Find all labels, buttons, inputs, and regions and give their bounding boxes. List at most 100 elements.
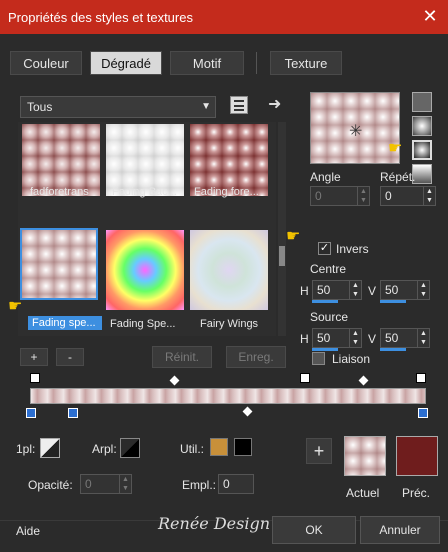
- source-label: Source: [310, 310, 349, 324]
- opacity-input[interactable]: 0 ▲ ▼: [80, 474, 132, 494]
- center-h-label: H: [300, 284, 309, 298]
- scrollbar-thumb[interactable]: [279, 246, 285, 266]
- angle-label: Angle: [310, 170, 341, 184]
- repeat-value: 0: [385, 189, 392, 203]
- invert-label: Invers: [336, 242, 369, 256]
- reset-button[interactable]: Réinit.: [152, 346, 212, 368]
- tab-couleur[interactable]: Couleur: [10, 51, 82, 75]
- spin-arrows-icon[interactable]: ▲ ▼: [349, 281, 361, 299]
- style-radial-icon[interactable]: [412, 140, 432, 160]
- title-bar: Propriétés des styles et textures ✕: [0, 0, 448, 34]
- spin-arrows-icon[interactable]: ▲ ▼: [417, 281, 429, 299]
- center-h-bar: [312, 300, 338, 303]
- gradient-label: fadforetrans: [30, 186, 89, 198]
- tab-texture[interactable]: Texture: [270, 51, 342, 75]
- hand-pointer-icon: ☛: [286, 228, 301, 245]
- empl-label: Empl.:: [182, 478, 217, 492]
- gradient-scrollbar[interactable]: [278, 122, 286, 336]
- category-value: Tous: [27, 100, 53, 114]
- invert-checkbox[interactable]: ✓: [318, 242, 331, 255]
- add-gradient-button[interactable]: +: [20, 348, 48, 366]
- cancel-button[interactable]: Annuler: [360, 516, 440, 544]
- gradient-label: Fading fore...: [194, 186, 259, 198]
- hand-pointer-icon: ☛: [8, 298, 23, 315]
- tab-separator: [256, 52, 257, 74]
- bottom-stop-marker[interactable]: [68, 408, 78, 418]
- category-dropdown[interactable]: Tous ▼: [20, 96, 216, 118]
- arrow-right-icon[interactable]: ➜: [268, 94, 281, 114]
- util-color2-swatch[interactable]: [234, 438, 252, 456]
- gradient-label: Fading Spe...: [110, 318, 176, 330]
- center-crosshair-icon: ✳: [349, 123, 363, 140]
- gradient-label: Fading Bac...: [112, 186, 177, 198]
- link-checkbox[interactable]: [312, 352, 325, 365]
- foreground-stop-icon[interactable]: [40, 438, 60, 458]
- add-to-swatches-button[interactable]: +: [306, 438, 332, 464]
- spin-arrows-icon[interactable]: ▲ ▼: [417, 329, 429, 347]
- bottom-stop-marker[interactable]: [418, 408, 428, 418]
- pl-label: 1pl:: [16, 442, 36, 456]
- source-h-value: 50: [317, 331, 331, 345]
- arpl-label: Arpl:: [92, 442, 117, 456]
- current-swatch[interactable]: [344, 436, 386, 476]
- chevron-down-icon: ▼: [201, 101, 211, 112]
- opacity-label: Opacité:: [28, 478, 73, 492]
- spin-arrows-icon[interactable]: ▲ ▼: [349, 329, 361, 347]
- center-h-value: 50: [317, 283, 331, 297]
- angle-input[interactable]: 0 ▲ ▼: [310, 186, 370, 206]
- source-h-label: H: [300, 332, 309, 346]
- window-title: Propriétés des styles et textures: [8, 10, 193, 25]
- current-label: Actuel: [346, 486, 380, 500]
- palette-icon[interactable]: [230, 96, 248, 114]
- top-stop-marker[interactable]: [30, 373, 40, 383]
- link-label: Liaison: [332, 352, 371, 366]
- top-stop-marker[interactable]: [416, 373, 426, 383]
- util-color-swatch[interactable]: [210, 438, 228, 456]
- close-icon[interactable]: ✕: [420, 6, 440, 26]
- empl-value: 0: [223, 477, 230, 491]
- source-h-input[interactable]: 50 ▲ ▼: [312, 328, 362, 348]
- source-h-bar: [312, 348, 338, 351]
- empl-input[interactable]: 0: [218, 474, 254, 494]
- spin-arrows-icon[interactable]: ▲ ▼: [357, 187, 369, 205]
- source-v-input[interactable]: 50 ▲ ▼: [380, 328, 430, 348]
- help-button[interactable]: Aide: [16, 524, 40, 538]
- angle-value: 0: [315, 189, 322, 203]
- gradient-thumb-selected[interactable]: [20, 228, 98, 300]
- style-rectangular-icon[interactable]: [412, 116, 432, 136]
- center-v-bar: [380, 300, 406, 303]
- midpoint-marker[interactable]: [358, 375, 369, 386]
- tab-degrade[interactable]: Dégradé: [90, 51, 162, 75]
- watermark: Renée Design: [158, 514, 271, 533]
- spin-arrows-icon[interactable]: ▲ ▼: [423, 187, 435, 205]
- background-stop-icon[interactable]: [120, 438, 140, 458]
- center-v-value: 50: [385, 283, 399, 297]
- opacity-value: 0: [85, 477, 92, 491]
- source-v-bar: [380, 348, 406, 351]
- gradient-bar[interactable]: [30, 388, 426, 404]
- midpoint-marker[interactable]: [169, 375, 180, 386]
- midpoint-marker[interactable]: [242, 406, 253, 417]
- center-h-input[interactable]: 50 ▲ ▼: [312, 280, 362, 300]
- center-v-input[interactable]: 50 ▲ ▼: [380, 280, 430, 300]
- spin-arrows-icon[interactable]: ▲ ▼: [119, 475, 131, 493]
- gradient-thumb[interactable]: [190, 230, 268, 310]
- source-v-label: V: [368, 332, 377, 346]
- gradient-label-selected: Fading spe...: [28, 316, 102, 330]
- style-linear-icon[interactable]: [412, 92, 432, 112]
- center-label: Centre: [310, 262, 347, 276]
- tab-motif[interactable]: Motif: [170, 51, 244, 75]
- ok-button[interactable]: OK: [272, 516, 356, 544]
- previous-swatch[interactable]: [396, 436, 438, 476]
- top-stop-marker[interactable]: [300, 373, 310, 383]
- gradient-thumb[interactable]: [106, 230, 184, 310]
- remove-gradient-button[interactable]: -: [56, 348, 84, 366]
- previous-label: Préc.: [402, 486, 431, 500]
- hand-pointer-icon: ☛: [388, 140, 403, 157]
- gradient-preview[interactable]: ✳: [310, 92, 400, 164]
- center-v-label: V: [368, 284, 377, 298]
- repeat-label: Répét.: [380, 170, 416, 184]
- repeat-input[interactable]: 0 ▲ ▼: [380, 186, 436, 206]
- bottom-stop-marker[interactable]: [26, 408, 36, 418]
- save-button[interactable]: Enreg.: [226, 346, 286, 368]
